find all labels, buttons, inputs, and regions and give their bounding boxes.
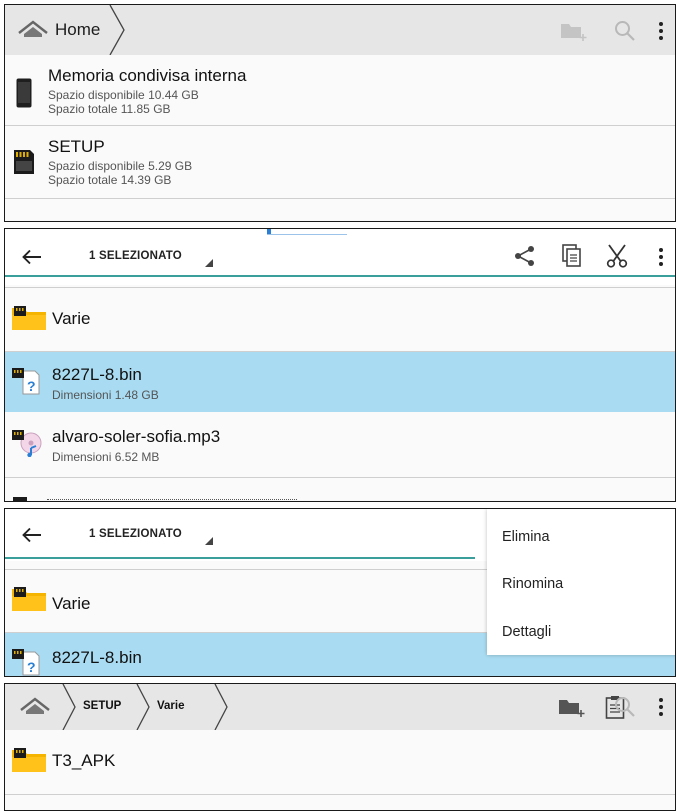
copy-button[interactable] — [558, 242, 586, 270]
new-folder-button[interactable] — [555, 694, 589, 720]
copy-icon — [562, 244, 581, 267]
storage-panel: Home Memoria condivisa interna Spazio di… — [4, 4, 676, 222]
overflow-menu-button[interactable] — [651, 17, 671, 45]
toolbar-accent-line — [5, 557, 475, 559]
list-item[interactable]: SETUP Spazio disponibile 5.29 GB Spazio … — [5, 126, 675, 198]
breadcrumb-home[interactable]: Home — [55, 20, 100, 40]
storage-free: Spazio disponibile 10.44 GB — [48, 88, 199, 102]
list-item[interactable]: Varie — [5, 288, 675, 351]
share-button[interactable] — [511, 242, 539, 270]
folder-panel: SETUP Varie T3_APK — [4, 683, 676, 811]
new-folder-icon — [561, 24, 587, 41]
svg-text:?: ? — [27, 659, 36, 675]
menu-item-rename[interactable]: Rinomina — [502, 576, 563, 592]
list-item[interactable]: alvaro-soler-sofia.mp3 Dimensioni 6.52 M… — [5, 412, 675, 476]
new-folder-button[interactable] — [557, 18, 591, 44]
search-icon — [615, 697, 635, 717]
search-icon — [615, 21, 635, 41]
file-name: 8227L-8.bin — [52, 648, 142, 667]
divider — [5, 794, 675, 795]
file-name: Varie — [52, 309, 91, 328]
divider — [5, 198, 675, 199]
selection-count: 1 SELEZIONATO — [89, 528, 182, 540]
unknown-file-icon: ? — [12, 649, 40, 676]
file-name: Varie — [52, 594, 91, 613]
storage-name: SETUP — [48, 137, 105, 156]
overflow-menu-icon — [659, 248, 663, 266]
breadcrumb-setup[interactable]: SETUP — [83, 700, 121, 712]
back-button[interactable] — [17, 523, 47, 547]
new-folder-icon — [559, 700, 585, 717]
breadcrumb-chevron — [136, 684, 150, 730]
toolbar: SETUP Varie — [5, 684, 675, 730]
file-size: Dimensioni 6.52 MB — [52, 450, 160, 464]
overflow-menu-button[interactable] — [651, 243, 671, 271]
breadcrumb-varie[interactable]: Varie — [157, 700, 185, 712]
storage-total: Spazio totale 11.85 GB — [48, 102, 171, 116]
home-button[interactable] — [17, 694, 53, 720]
selection-count: 1 SELEZIONATO — [89, 250, 182, 262]
divider — [5, 477, 675, 478]
breadcrumb-chevron — [109, 5, 125, 55]
home-icon — [18, 20, 48, 37]
folder-icon — [12, 306, 46, 330]
folder-icon — [12, 587, 46, 611]
overflow-menu-icon — [659, 698, 663, 716]
phone-icon — [16, 78, 32, 108]
overflow-menu-button[interactable] — [651, 693, 671, 721]
breadcrumb-chevron — [214, 684, 228, 730]
svg-text:?: ? — [27, 378, 36, 394]
back-button[interactable] — [17, 245, 47, 269]
overflow-menu-icon — [659, 22, 663, 40]
toolbar: Home — [5, 5, 675, 55]
storage-free: Spazio disponibile 5.29 GB — [48, 159, 193, 173]
back-arrow-icon — [22, 527, 41, 543]
search-button[interactable] — [611, 17, 639, 45]
breadcrumb-chevron — [62, 684, 76, 730]
home-icon — [20, 697, 50, 714]
file-name: 8227L-8.bin — [52, 365, 142, 384]
selection-panel: 1 SELEZIONATO Varie ? 8227L-8.bin Dimens… — [4, 228, 676, 502]
back-arrow-icon — [22, 249, 41, 265]
share-icon — [515, 246, 534, 266]
context-menu: Elimina Rinomina Dettagli — [487, 509, 675, 655]
list-item[interactable]: T3_APK — [5, 730, 675, 792]
storage-name: Memoria condivisa interna — [48, 66, 247, 85]
list-item[interactable]: Memoria condivisa interna Spazio disponi… — [5, 55, 675, 126]
list-item-partial[interactable] — [13, 495, 313, 501]
cut-button[interactable] — [603, 242, 631, 270]
file-name: T3_APK — [52, 751, 116, 770]
storage-total: Spazio totale 14.39 GB — [48, 173, 172, 187]
audio-file-icon — [12, 430, 42, 457]
context-menu-panel: 1 SELEZIONATO Varie ? 8227L-8.bin Elimin… — [4, 508, 676, 677]
scroll-track — [267, 234, 347, 235]
search-button-icon-holder[interactable] — [611, 693, 639, 721]
sd-card-icon — [14, 150, 34, 174]
list-item-selected[interactable]: ? 8227L-8.bin Dimensioni 1.48 GB — [5, 352, 675, 412]
toolbar-accent-line — [5, 275, 675, 277]
file-size: Dimensioni 1.48 GB — [52, 388, 159, 402]
file-name: alvaro-soler-sofia.mp3 — [52, 427, 221, 446]
folder-icon — [12, 748, 46, 772]
menu-item-details[interactable]: Dettagli — [502, 624, 551, 640]
unknown-file-icon: ? — [12, 368, 40, 395]
cut-icon — [606, 244, 628, 268]
dropdown-indicator[interactable] — [205, 259, 213, 267]
home-button[interactable] — [15, 17, 51, 43]
menu-item-delete[interactable]: Elimina — [502, 529, 550, 545]
dropdown-indicator[interactable] — [205, 537, 213, 545]
